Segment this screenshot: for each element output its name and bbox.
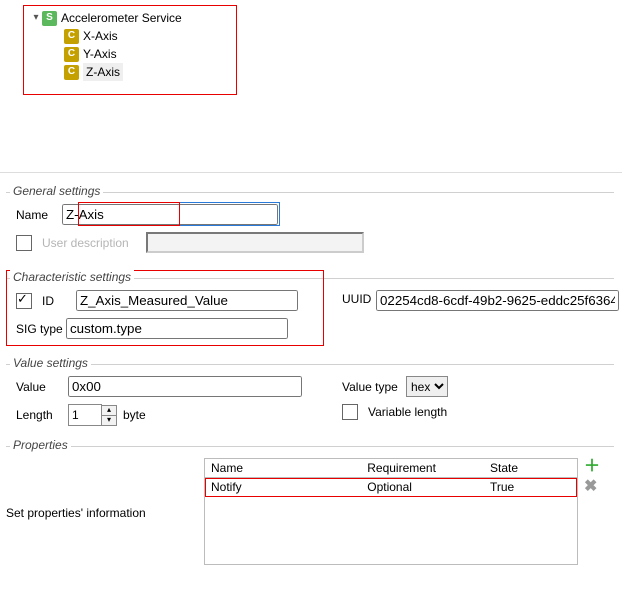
userdesc-checkbox[interactable] <box>16 235 32 251</box>
value-input[interactable] <box>68 376 302 397</box>
general-legend: General settings <box>10 184 103 198</box>
table-row[interactable]: Notify Optional True <box>205 478 577 497</box>
cell-name: Notify <box>205 478 361 497</box>
id-label: ID <box>42 294 76 308</box>
uuid-label: UUID <box>342 292 371 306</box>
cell-req: Optional <box>361 478 484 497</box>
length-label: Length <box>16 408 68 422</box>
delete-icon[interactable]: ✖ <box>584 480 600 494</box>
tree-item-x[interactable]: C X-Axis <box>30 27 230 45</box>
properties-group: Properties Set properties' information N… <box>6 446 614 576</box>
service-icon: S <box>42 11 57 26</box>
service-tree: ▾ S Accelerometer Service C X-Axis C Y-A… <box>23 5 237 95</box>
general-settings-group: General settings Name User description <box>6 192 614 260</box>
length-input[interactable] <box>68 404 102 426</box>
value-settings-group: Value settings Value Value type hex Leng… <box>6 364 614 432</box>
userdesc-input <box>146 232 364 253</box>
tree-service-label: Accelerometer Service <box>61 9 182 27</box>
char-legend: Characteristic settings <box>10 270 134 284</box>
tree-collapse-icon[interactable]: ▾ <box>30 9 42 27</box>
varlen-label: Variable length <box>368 405 447 419</box>
name-input[interactable] <box>62 204 278 225</box>
spin-up-icon[interactable]: ▴ <box>102 406 116 416</box>
prop-legend: Properties <box>10 438 71 452</box>
length-unit: byte <box>123 408 146 422</box>
divider <box>0 172 622 173</box>
length-stepper[interactable]: ▴ ▾ <box>68 404 117 426</box>
tree-item-label: Z-Axis <box>83 63 123 81</box>
characteristic-settings-group: Characteristic settings ID SIG type UUID <box>6 278 614 348</box>
tree-item-y[interactable]: C Y-Axis <box>30 45 230 63</box>
characteristic-icon: C <box>64 29 79 44</box>
tree-service-row[interactable]: ▾ S Accelerometer Service <box>30 9 230 27</box>
tree-item-label: X-Axis <box>83 27 118 45</box>
tree-item-z[interactable]: C Z-Axis <box>30 63 230 81</box>
col-state: State <box>484 459 577 478</box>
valuetype-label: Value type <box>342 380 406 394</box>
sig-label: SIG type <box>16 322 66 336</box>
sig-input[interactable] <box>66 318 288 339</box>
id-checkbox[interactable] <box>16 293 32 309</box>
name-label: Name <box>16 208 62 222</box>
tree-item-label: Y-Axis <box>83 45 117 63</box>
id-input[interactable] <box>76 290 298 311</box>
properties-table: Name Requirement State Notify Optional T… <box>204 458 578 565</box>
characteristic-icon: C <box>64 47 79 62</box>
varlen-checkbox[interactable] <box>342 404 358 420</box>
cell-state: True <box>484 478 577 497</box>
uuid-input[interactable] <box>376 290 619 311</box>
userdesc-label: User description <box>42 236 146 250</box>
value-legend: Value settings <box>10 356 91 370</box>
spin-down-icon[interactable]: ▾ <box>102 416 116 425</box>
col-req: Requirement <box>361 459 484 478</box>
value-label: Value <box>16 380 68 394</box>
col-name: Name <box>205 459 361 478</box>
prop-help: Set properties' information <box>6 506 146 520</box>
valuetype-select[interactable]: hex <box>406 376 448 397</box>
characteristic-icon: C <box>64 65 79 80</box>
add-icon[interactable]: ＋ <box>584 460 600 474</box>
